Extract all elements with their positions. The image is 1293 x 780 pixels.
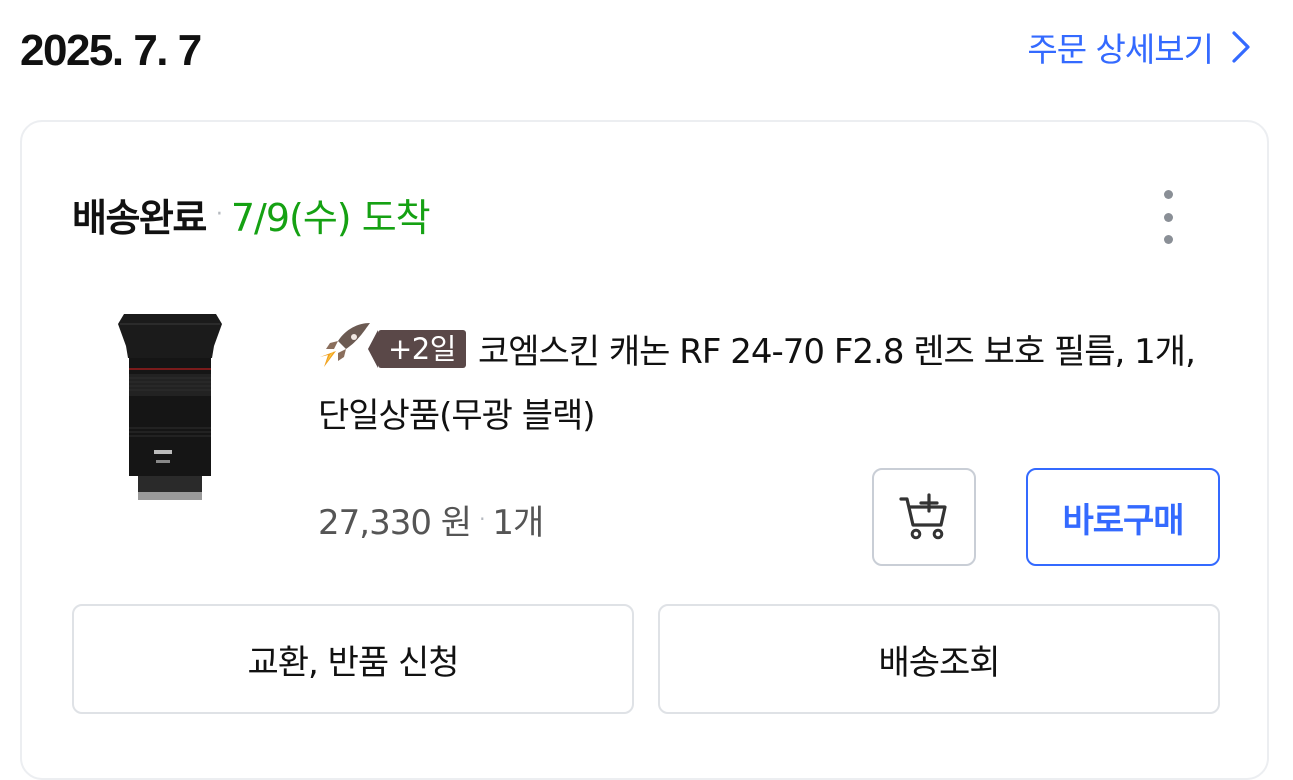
- add-to-cart-icon: [899, 493, 947, 540]
- track-delivery-button[interactable]: 배송조회: [658, 604, 1220, 714]
- buy-now-button[interactable]: 바로구매: [1026, 468, 1220, 566]
- chevron-right-icon: [1232, 31, 1250, 63]
- exchange-return-button[interactable]: 교환, 반품 신청: [72, 604, 634, 714]
- product-thumbnail[interactable]: [110, 310, 230, 510]
- delivery-status-row: 배송완료 · 7/9(수) 도착: [72, 184, 431, 244]
- product-price: 27,330 원: [318, 502, 472, 543]
- separator-dot: ·: [215, 201, 223, 227]
- order-card: 배송완료 · 7/9(수) 도착 +2일 코엠스킨 캐논 RF 24-70 F2…: [20, 120, 1269, 780]
- rocket-icon: [320, 323, 370, 367]
- order-detail-link[interactable]: 주문 상세보기: [1027, 22, 1251, 72]
- add-to-cart-button[interactable]: [872, 468, 976, 566]
- delivery-days-badge: +2일: [368, 330, 466, 368]
- order-detail-label: 주문 상세보기: [1027, 30, 1214, 69]
- delivery-status: 배송완료: [72, 195, 207, 240]
- product-quantity: 1개: [492, 502, 544, 543]
- product-title[interactable]: +2일 코엠스킨 캐논 RF 24-70 F2.8 렌즈 보호 필름, 1개, 단…: [318, 320, 1198, 448]
- order-date: 2025. 7. 7: [20, 26, 202, 75]
- more-options-icon[interactable]: [1153, 190, 1183, 244]
- price-line: 27,330 원 · 1개: [318, 494, 544, 544]
- separator-dot: ·: [479, 507, 485, 531]
- arrival-date: 7/9(수) 도착: [230, 195, 431, 240]
